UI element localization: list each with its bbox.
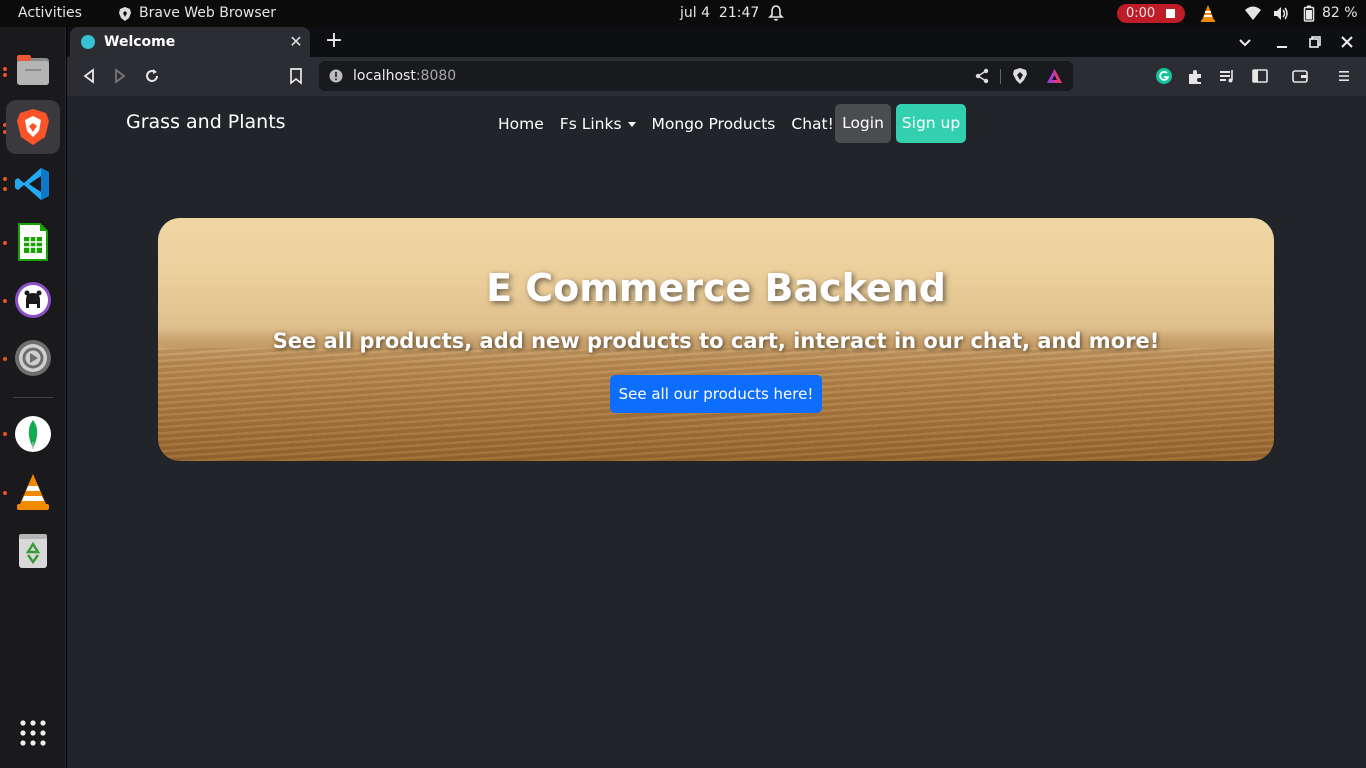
close-window-icon[interactable] xyxy=(1337,32,1357,52)
address-bar-divider xyxy=(1000,69,1001,84)
stop-recording-icon[interactable] xyxy=(1166,9,1175,18)
clock-date: jul 4 xyxy=(680,5,711,21)
browser-window: Welcome ✕ + localhost:8080 Grass and Pla… xyxy=(67,27,1366,768)
favicon-icon xyxy=(81,35,95,49)
hero-title: E Commerce Backend xyxy=(486,266,946,310)
tab-title: Welcome xyxy=(104,34,176,50)
see-products-button[interactable]: See all our products here! xyxy=(610,375,822,413)
clock[interactable]: jul 4 21:47 xyxy=(680,0,759,27)
volume-icon[interactable] xyxy=(1272,5,1290,22)
wifi-icon[interactable] xyxy=(1244,5,1262,22)
dock-separator xyxy=(13,397,53,398)
close-tab-icon[interactable]: ✕ xyxy=(288,34,304,50)
signup-button[interactable]: Sign up xyxy=(896,104,966,143)
vlc-tray-icon[interactable] xyxy=(1200,4,1216,23)
chevron-down-icon[interactable] xyxy=(1237,34,1253,50)
minimize-window-icon[interactable] xyxy=(1272,32,1292,52)
login-button[interactable]: Login xyxy=(835,104,891,143)
activities-button[interactable]: Activities xyxy=(18,0,82,27)
caret-down-icon xyxy=(627,122,636,127)
notification-bell-icon[interactable] xyxy=(768,4,784,23)
address-bar[interactable]: localhost:8080 xyxy=(319,61,1073,91)
brave-icon[interactable] xyxy=(6,100,60,154)
libreoffice-calc-icon[interactable] xyxy=(6,215,60,269)
app-menu-label: Brave Web Browser xyxy=(139,5,276,21)
restore-window-icon[interactable] xyxy=(1305,32,1325,52)
site-info-icon[interactable] xyxy=(329,69,343,83)
brave-rewards-icon[interactable] xyxy=(1046,68,1063,84)
settings-icon[interactable] xyxy=(6,331,60,385)
files-icon[interactable] xyxy=(6,43,60,97)
new-tab-button[interactable]: + xyxy=(322,29,346,53)
github-desktop-icon[interactable] xyxy=(6,273,60,327)
clock-time: 21:47 xyxy=(718,5,760,21)
sidebar-icon[interactable] xyxy=(1251,67,1269,85)
recording-time: 0:00 xyxy=(1126,6,1156,21)
battery-icon[interactable] xyxy=(1303,5,1315,22)
grammarly-icon[interactable] xyxy=(1155,67,1173,85)
extensions-icon[interactable] xyxy=(1186,67,1204,85)
url-host: localhost xyxy=(353,68,416,84)
brave-small-icon xyxy=(119,6,131,21)
bookmark-icon[interactable] xyxy=(287,67,305,85)
system-top-bar: Activities Brave Web Browser jul 4 21:47… xyxy=(0,0,1366,27)
forward-icon[interactable] xyxy=(111,67,129,85)
nav-fs-links-label: Fs Links xyxy=(559,115,622,133)
screen-recording-indicator[interactable]: 0:00 xyxy=(1117,4,1185,23)
vlc-icon[interactable] xyxy=(6,465,60,519)
vscode-icon[interactable] xyxy=(6,157,60,211)
menu-icon[interactable] xyxy=(1335,67,1353,85)
reload-icon[interactable] xyxy=(143,67,161,85)
app-menu[interactable]: Brave Web Browser xyxy=(118,0,276,27)
nav-fs-links-dropdown[interactable]: Fs Links xyxy=(552,113,644,135)
battery-percentage: 82 % xyxy=(1322,5,1358,21)
hero-subtitle: See all products, add new products to ca… xyxy=(272,329,1160,353)
browser-toolbar: localhost:8080 xyxy=(67,57,1366,96)
playlist-icon[interactable] xyxy=(1218,67,1236,85)
share-icon[interactable] xyxy=(974,68,990,84)
brand-link[interactable]: Grass and Plants xyxy=(126,111,286,133)
hero-banner: E Commerce Backend See all products, add… xyxy=(158,218,1274,461)
url-port: :8080 xyxy=(415,68,457,84)
show-applications-icon[interactable] xyxy=(19,719,47,747)
back-icon[interactable] xyxy=(80,67,98,85)
nav-mongo-products[interactable]: Mongo Products xyxy=(644,113,784,135)
brave-shields-icon[interactable] xyxy=(1012,67,1028,85)
mongodb-compass-icon[interactable] xyxy=(6,407,60,461)
nav-home[interactable]: Home xyxy=(490,113,552,135)
wallet-icon[interactable] xyxy=(1291,67,1309,85)
tab-welcome[interactable]: Welcome ✕ xyxy=(70,27,310,57)
nav-chat[interactable]: Chat! xyxy=(783,113,841,135)
tab-strip: Welcome ✕ + xyxy=(67,27,1366,57)
main-nav: Home Fs Links Mongo Products Chat! xyxy=(490,113,842,135)
dock xyxy=(0,27,66,768)
web-page: Grass and Plants Home Fs Links Mongo Pro… xyxy=(67,96,1366,768)
url-text[interactable]: localhost:8080 xyxy=(353,61,456,91)
trash-icon[interactable] xyxy=(6,523,60,577)
